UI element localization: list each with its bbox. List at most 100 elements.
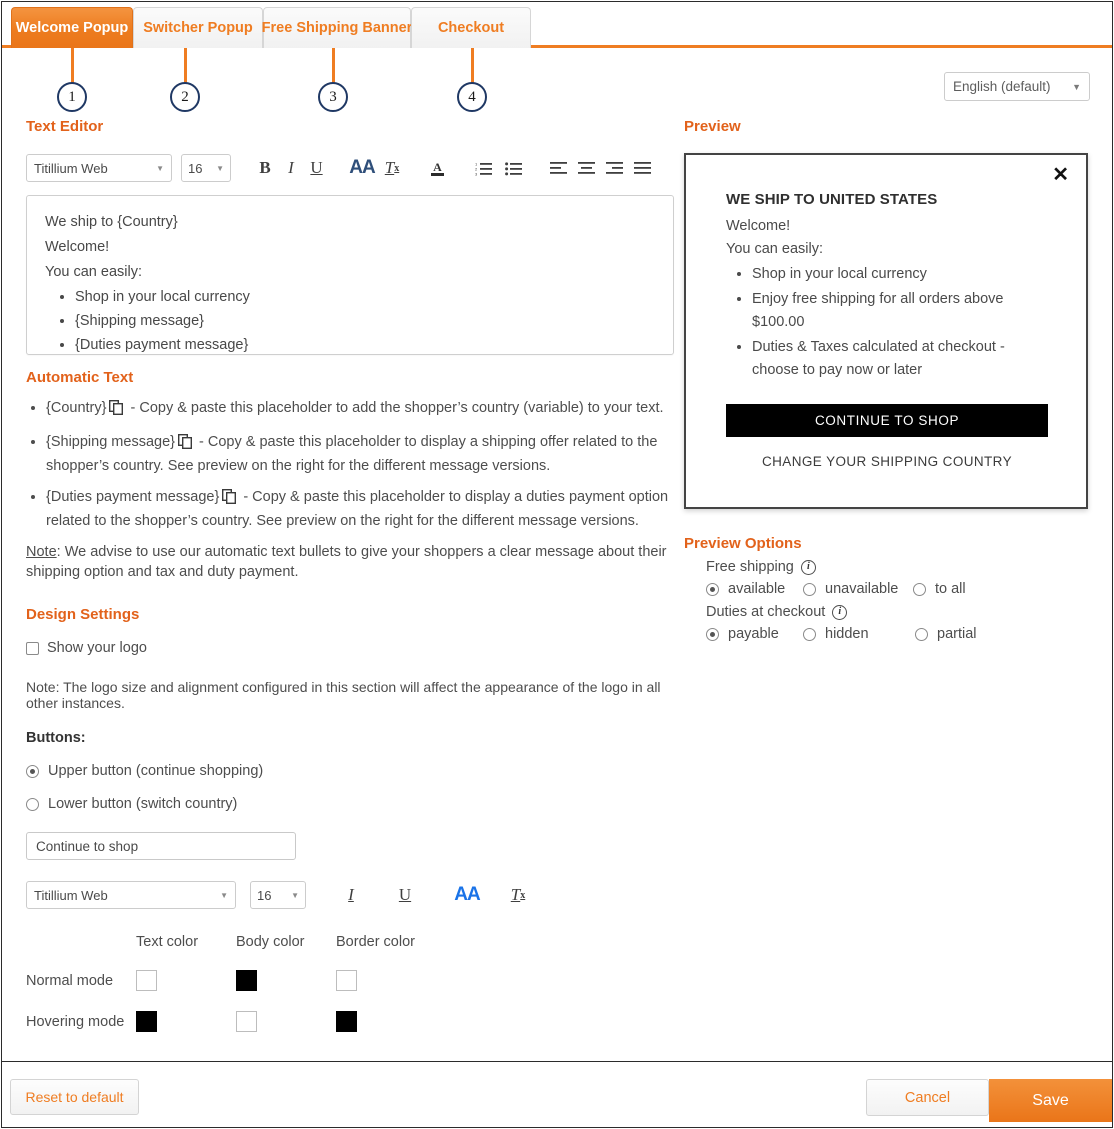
hover-border-color-swatch[interactable] <box>336 1011 357 1032</box>
close-icon[interactable]: ✕ <box>1052 165 1069 185</box>
button-italic-icon[interactable]: I <box>328 881 374 909</box>
free-shipping-available-option[interactable]: available <box>706 581 803 597</box>
placeholder-token: {Country} <box>46 400 107 416</box>
automatic-text-note: Note: We advise to use our automatic tex… <box>26 542 674 582</box>
colors-header-spacer <box>26 934 136 950</box>
preview-popup: ✕ WE SHIP TO UNITED STATES Welcome! You … <box>684 153 1088 509</box>
rte-line-2: Welcome! <box>45 239 110 255</box>
show-logo-checkbox[interactable] <box>26 641 39 655</box>
tab-free-shipping-banner[interactable]: Free Shipping Banner <box>262 7 412 48</box>
normal-text-color-cell <box>136 970 236 991</box>
reset-to-default-button[interactable]: Reset to default <box>10 1079 139 1115</box>
upper-button-radio-row[interactable]: Upper button (continue shopping) <box>26 763 674 779</box>
font-family-value: Titillium Web <box>34 160 108 176</box>
duties-hidden-option[interactable]: hidden <box>803 626 915 642</box>
normal-border-color-swatch[interactable] <box>336 970 357 991</box>
list-item: {Country} - Copy & paste this placeholde… <box>46 398 674 422</box>
copy-icon[interactable] <box>177 433 193 456</box>
button-text-value: Continue to shop <box>36 838 139 854</box>
list-item: Shop in your local currency <box>75 285 655 309</box>
rte-line-1: We ship to {Country} <box>45 214 178 230</box>
callout-number: 1 <box>68 88 76 105</box>
table-row: Normal mode <box>26 970 674 991</box>
normal-text-color-swatch[interactable] <box>136 970 157 991</box>
italic-icon[interactable]: I <box>279 154 303 182</box>
chevron-down-icon: ▼ <box>220 890 228 900</box>
bold-icon[interactable]: B <box>251 154 279 182</box>
button-font-size-select[interactable]: 16 ▼ <box>250 881 306 909</box>
copy-icon[interactable] <box>109 399 124 422</box>
free-shipping-to-all-label: to all <box>935 581 966 597</box>
duties-payable-option[interactable]: payable <box>706 626 803 642</box>
list-item: {Shipping message} - Copy & paste this p… <box>46 432 674 477</box>
rich-text-editor[interactable]: We ship to {Country} Welcome! You can ea… <box>26 195 674 355</box>
preview-line-1: Welcome! <box>726 218 791 234</box>
font-family-select[interactable]: Titillium Web ▼ <box>26 154 172 182</box>
button-colors-table: Text color Body color Border color Norma… <box>26 934 674 1032</box>
language-select[interactable]: English (default) ▼ <box>944 72 1090 101</box>
button-font-family-select[interactable]: Titillium Web ▼ <box>26 881 236 909</box>
free-shipping-unavailable-radio[interactable] <box>803 582 816 596</box>
lower-button-label: Lower button (switch country) <box>48 796 238 812</box>
continue-to-shop-button[interactable]: CONTINUE TO SHOP <box>726 404 1048 437</box>
button-clear-formatting-icon[interactable]: Tx <box>498 881 538 909</box>
callout-connector-3 <box>332 48 335 83</box>
hover-body-color-swatch[interactable] <box>236 1011 257 1032</box>
lower-button-radio-row[interactable]: Lower button (switch country) <box>26 796 674 812</box>
tab-switcher-popup[interactable]: Switcher Popup <box>133 7 263 48</box>
normal-body-color-swatch[interactable] <box>236 970 257 991</box>
preview-options-heading: Preview Options <box>684 535 802 552</box>
copy-icon[interactable] <box>222 488 237 511</box>
clear-formatting-icon[interactable]: Tx <box>380 154 404 182</box>
hovering-mode-label: Hovering mode <box>26 1013 125 1030</box>
text-color-header: Text color <box>136 934 199 950</box>
free-shipping-available-radio[interactable] <box>706 582 719 596</box>
duties-at-checkout-label: Duties at checkout <box>706 604 826 620</box>
underline-icon[interactable]: U <box>303 154 330 182</box>
info-icon[interactable]: i <box>832 604 848 620</box>
tab-welcome-popup[interactable]: Welcome Popup <box>11 7 133 48</box>
unordered-list-icon[interactable] <box>498 154 528 182</box>
align-center-icon[interactable] <box>572 154 600 182</box>
rte-line-3: You can easily: <box>45 264 143 280</box>
duties-hidden-radio[interactable] <box>803 627 816 641</box>
hover-text-color-swatch[interactable] <box>136 1011 157 1032</box>
button-underline-icon[interactable]: U <box>374 881 436 909</box>
align-left-icon[interactable] <box>544 154 572 182</box>
duties-payable-radio[interactable] <box>706 627 719 641</box>
show-logo-row[interactable]: Show your logo <box>26 640 674 656</box>
save-button[interactable]: Save <box>989 1079 1112 1122</box>
free-shipping-to-all-option[interactable]: to all <box>913 581 966 597</box>
text-color-icon[interactable]: A <box>422 154 452 182</box>
tab-checkout[interactable]: Checkout <box>411 7 531 48</box>
list-item: Duties & Taxes calculated at checkout - … <box>752 336 1048 382</box>
ordered-list-icon[interactable]: 1 2 3 <box>468 154 498 182</box>
button-font-size-aa-icon[interactable]: AA <box>436 881 498 909</box>
upper-button-radio[interactable] <box>26 764 39 778</box>
duties-partial-label: partial <box>937 626 977 642</box>
font-size-select[interactable]: 16 ▼ <box>181 154 231 182</box>
change-shipping-country-link[interactable]: CHANGE YOUR SHIPPING COUNTRY <box>726 454 1048 469</box>
align-right-icon[interactable] <box>600 154 628 182</box>
free-shipping-unavailable-option[interactable]: unavailable <box>803 581 913 597</box>
upper-button-label: Upper button (continue shopping) <box>48 763 264 779</box>
free-shipping-to-all-radio[interactable] <box>913 582 926 596</box>
info-icon[interactable]: i <box>800 559 816 575</box>
align-justify-icon[interactable] <box>628 154 656 182</box>
button-text-input[interactable]: Continue to shop <box>26 832 296 860</box>
duties-partial-option[interactable]: partial <box>915 626 977 642</box>
cancel-button[interactable]: Cancel <box>866 1079 989 1116</box>
button-font-size-value: 16 <box>257 887 272 903</box>
list-item: Shop in your local currency <box>752 263 1048 286</box>
show-logo-label: Show your logo <box>47 640 147 656</box>
lower-button-radio[interactable] <box>26 797 39 811</box>
placeholder-token: {Shipping message} <box>46 434 175 450</box>
tab-label: Welcome Popup <box>15 20 129 36</box>
hover-border-color-cell <box>336 1011 436 1032</box>
chevron-down-icon: ▼ <box>1072 81 1081 92</box>
font-size-aa-icon[interactable]: AA <box>344 154 380 182</box>
callout-badge-2: 2 <box>170 82 200 112</box>
button-font-family-value: Titillium Web <box>34 887 108 903</box>
hover-text-color-cell <box>136 1011 236 1032</box>
duties-partial-radio[interactable] <box>915 627 928 641</box>
